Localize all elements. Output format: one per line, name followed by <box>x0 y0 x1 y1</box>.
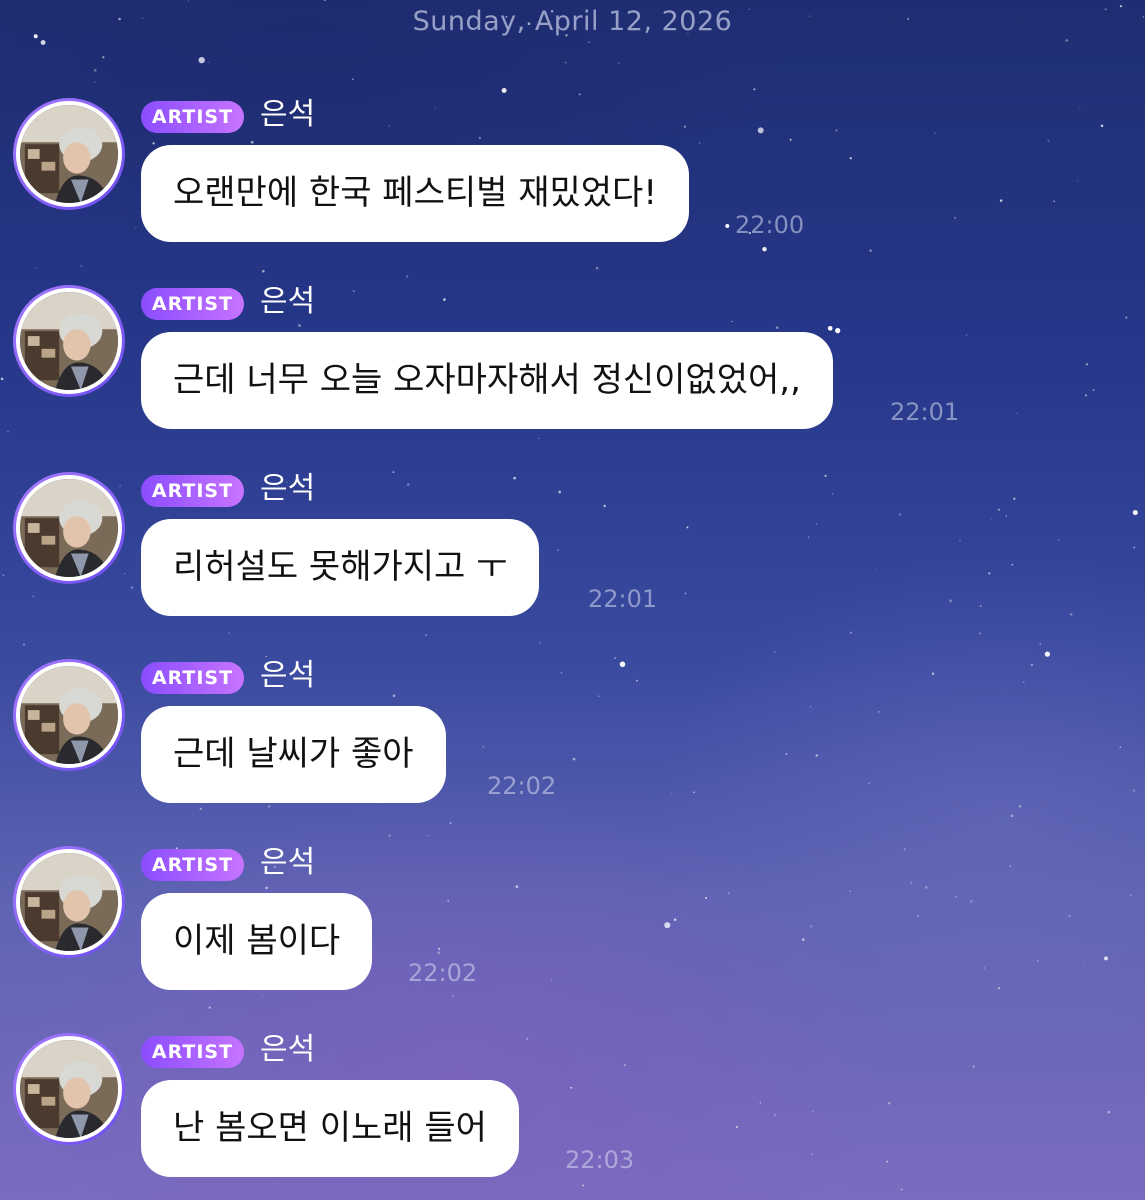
artist-badge: ARTIST <box>141 288 244 320</box>
avatar-photo <box>16 662 122 768</box>
chat-message: ARTIST 은석 이제 봄이다 22:02 <box>0 845 1145 1006</box>
chat-message: ARTIST 은석 오랜만에 한국 페스티벌 재밌었다! 22:00 <box>0 97 1145 258</box>
artist-badge: ARTIST <box>141 662 244 694</box>
message-time: 22:01 <box>588 585 658 613</box>
artist-avatar[interactable] <box>13 472 125 584</box>
message-time: 22:02 <box>487 772 557 800</box>
message-time: 22:00 <box>735 211 805 239</box>
artist-badge: ARTIST <box>141 849 244 881</box>
message-time: 22:02 <box>408 959 478 987</box>
avatar-photo <box>16 849 122 955</box>
artist-badge: ARTIST <box>141 101 244 133</box>
message-bubble[interactable]: 리허설도 못해가지고 ㅜ <box>141 519 540 616</box>
avatar-photo <box>16 475 122 581</box>
message-bubble[interactable]: 오랜만에 한국 페스티벌 재밌었다! <box>141 145 689 242</box>
chat-message: ARTIST 은석 근데 너무 오늘 오자마자해서 정신이없었어,, 22:01 <box>0 284 1145 445</box>
artist-avatar[interactable] <box>13 98 125 210</box>
artist-avatar[interactable] <box>13 1033 125 1145</box>
sender-name: 은석 <box>260 97 316 132</box>
artist-avatar[interactable] <box>13 659 125 771</box>
message-bubble[interactable]: 난 봄오면 이노래 들어 <box>141 1080 519 1177</box>
avatar-photo <box>16 288 122 394</box>
date-separator: Sunday, April 12, 2026 <box>412 6 733 37</box>
sender-name: 은석 <box>260 845 316 880</box>
avatar-photo <box>16 1036 122 1142</box>
message-bubble[interactable]: 근데 날씨가 좋아 <box>141 706 446 803</box>
chat-message: ARTIST 은석 난 봄오면 이노래 들어 22:03 <box>0 1032 1145 1193</box>
sender-name: 은석 <box>260 658 316 693</box>
avatar-photo <box>16 101 122 207</box>
message-bubble[interactable]: 근데 너무 오늘 오자마자해서 정신이없었어,, <box>141 332 833 429</box>
message-time: 22:03 <box>565 1146 635 1174</box>
artist-avatar[interactable] <box>13 285 125 397</box>
message-time: 22:01 <box>890 398 960 426</box>
sender-name: 은석 <box>260 1032 316 1067</box>
chat-message: ARTIST 은석 리허설도 못해가지고 ㅜ 22:01 <box>0 471 1145 632</box>
artist-avatar[interactable] <box>13 846 125 958</box>
artist-badge: ARTIST <box>141 1036 244 1068</box>
sender-name: 은석 <box>260 471 316 506</box>
message-bubble[interactable]: 이제 봄이다 <box>141 893 373 990</box>
chat-message: ARTIST 은석 근데 날씨가 좋아 22:02 <box>0 658 1145 819</box>
artist-badge: ARTIST <box>141 475 244 507</box>
sender-name: 은석 <box>260 284 316 319</box>
